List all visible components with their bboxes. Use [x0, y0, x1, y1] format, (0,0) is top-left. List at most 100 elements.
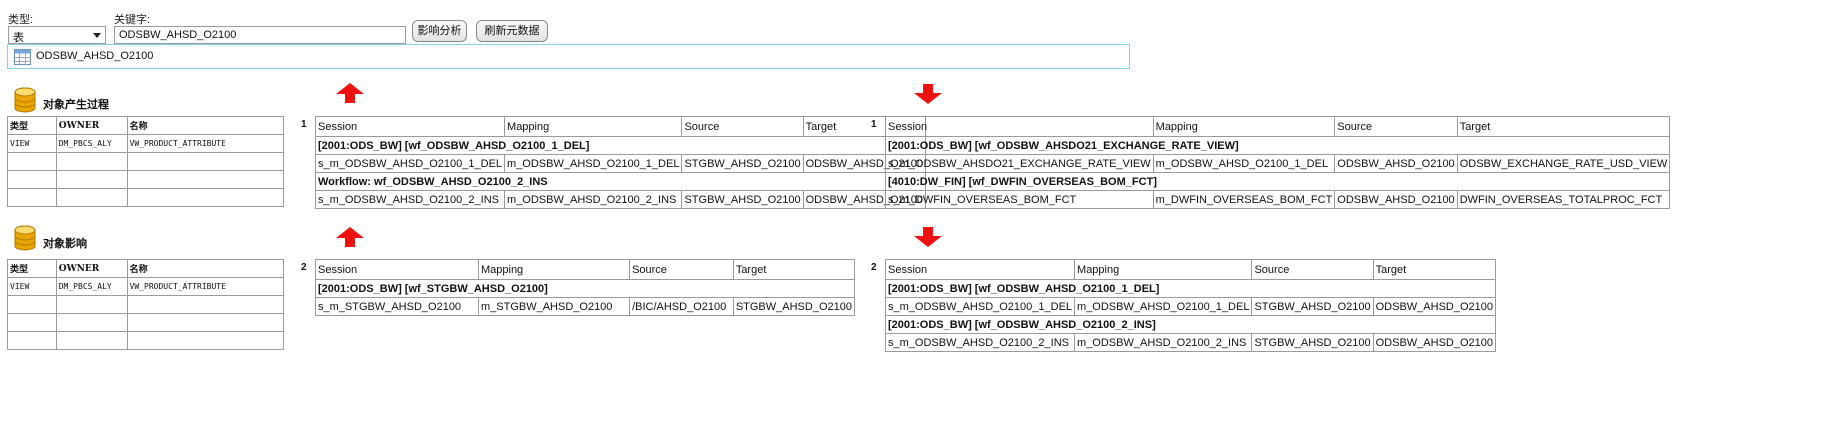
- object-bar[interactable]: ODSBW_AHSD_O2100: [7, 44, 1130, 69]
- type-select[interactable]: 表: [8, 26, 106, 44]
- empty-row: [7, 295, 285, 314]
- empty-row: [7, 170, 285, 189]
- influence-header-name: 名称: [126, 259, 285, 278]
- empty-row: [7, 331, 285, 350]
- workflow-title[interactable]: [2001:ODS_BW] [wf_ODSBW_AHSD_O2100_2_INS…: [885, 315, 1496, 334]
- cell-owner: DM_PBCS_ALY: [55, 134, 128, 153]
- arrow-up-icon: [336, 227, 364, 247]
- produce-header-owner: OWNER: [55, 116, 128, 135]
- type-label: 类型:: [8, 14, 34, 26]
- keyword-label: 关键字:: [114, 14, 151, 26]
- header-session: Session: [885, 116, 1154, 137]
- type-select-value: 表: [13, 32, 24, 44]
- cell-type: VIEW: [7, 277, 57, 296]
- cell-session: s_m_ODSBW_AHSD_O2100_2_INS: [314, 190, 506, 209]
- database-icon: [14, 225, 36, 251]
- table-row[interactable]: s_m_ODSBW_AHSD_O2100_1_DEL m_ODSBW_AHSD_…: [884, 297, 1497, 316]
- header-session: Session: [314, 116, 506, 137]
- downstream-1-number: 1: [871, 119, 877, 130]
- upstream-1-table: Session Mapping Source Target [2001:ODS_…: [314, 116, 927, 209]
- workflow-title[interactable]: Workflow: wf_ODSBW_AHSD_O2100_2_INS: [315, 172, 926, 191]
- cell-source: STGBW_AHSD_O2100: [1251, 297, 1374, 316]
- chevron-down-icon: [93, 33, 101, 38]
- table-icon: [14, 49, 31, 65]
- cell-source: ODSBW_AHSD_O2100: [1334, 154, 1458, 173]
- cell-target: ODSBW_EXCHANGE_RATE_USD_VIEW: [1456, 154, 1671, 173]
- header-target: Target: [732, 259, 856, 280]
- header-mapping: Mapping: [504, 116, 683, 137]
- impact-analysis-button[interactable]: 影响分析: [412, 20, 467, 42]
- produce-section-title: 对象产生过程: [43, 99, 109, 111]
- header-source: Source: [629, 259, 734, 280]
- cell-target: ODSBW_AHSD_O2100: [1372, 297, 1497, 316]
- cell-mapping: m_ODSBW_AHSD_O2100_2_INS: [504, 190, 683, 209]
- cell-source: STGBW_AHSD_O2100: [1251, 333, 1374, 352]
- arrow-down-icon: [914, 84, 942, 104]
- object-name: ODSBW_AHSD_O2100: [36, 50, 154, 62]
- cell-source: STGBW_AHSD_O2100: [681, 154, 804, 173]
- cell-source: STGBW_AHSD_O2100: [681, 190, 804, 209]
- empty-row: [7, 152, 285, 171]
- table-row[interactable]: s_m_ODSBW_AHSD_O2100_1_DEL m_ODSBW_AHSD_…: [314, 154, 927, 173]
- header-session: Session: [884, 259, 1076, 280]
- workflow-title[interactable]: [2001:ODS_BW] [wf_ODSBW_AHSD_O2100_1_DEL…: [885, 279, 1496, 298]
- upstream-2-number: 2: [301, 262, 307, 273]
- header-source: Source: [681, 116, 804, 137]
- cell-target: STGBW_AHSD_O2100: [732, 297, 856, 316]
- cell-session: s_m_STGBW_AHSD_O2100: [315, 297, 479, 316]
- cell-type: VIEW: [7, 134, 57, 153]
- empty-row: [7, 313, 285, 332]
- refresh-metadata-button[interactable]: 刷新元数据: [476, 20, 548, 42]
- cell-mapping: m_DWFIN_OVERSEAS_BOM_FCT: [1152, 190, 1336, 209]
- downstream-2-table: Session Mapping Source Target [2001:ODS_…: [884, 259, 1497, 352]
- influence-header-owner: OWNER: [55, 259, 128, 278]
- produce-header-name: 名称: [126, 116, 285, 135]
- cell-session: s_m_ODSBW_AHSD_O2100_2_INS: [884, 333, 1076, 352]
- table-row[interactable]: s_m_ODSBW_AHSD_O2100_2_INS m_ODSBW_AHSD_…: [314, 190, 927, 209]
- cell-name: VW_PRODUCT_ATTRIBUTE: [126, 134, 285, 153]
- cell-source: /BIC/AHSD_O2100: [629, 297, 734, 316]
- header-mapping: Mapping: [477, 259, 631, 280]
- table-row[interactable]: s_m_STGBW_AHSD_O2100 m_STGBW_AHSD_O2100 …: [315, 297, 856, 316]
- upstream-1-number: 1: [301, 119, 307, 130]
- cell-session: s_m_ODSBW_AHSD_O2100_1_DEL: [314, 154, 506, 173]
- arrow-down-icon: [914, 227, 942, 247]
- header-mapping: Mapping: [1074, 259, 1253, 280]
- table-row[interactable]: VIEW DM_PBCS_ALY VW_PRODUCT_ATTRIBUTE: [7, 277, 285, 296]
- cell-mapping: m_ODSBW_AHSD_O2100_1_DEL: [1074, 297, 1253, 316]
- header-session: Session: [315, 259, 479, 280]
- cell-mapping: m_ODSBW_AHSD_O2100_1_DEL: [1152, 154, 1336, 173]
- header-source: Source: [1334, 116, 1458, 137]
- workflow-title[interactable]: [4010:DW_FIN] [wf_DWFIN_OVERSEAS_BOM_FCT…: [884, 172, 1671, 191]
- influence-section-title: 对象影响: [43, 238, 87, 250]
- cell-source: ODSBW_AHSD_O2100: [1334, 190, 1458, 209]
- cell-mapping: m_ODSBW_AHSD_O2100_2_INS: [1074, 333, 1253, 352]
- header-target: Target: [1456, 116, 1671, 137]
- cell-target: DWFIN_OVERSEAS_TOTALPROC_FCT: [1456, 190, 1671, 209]
- influence-header-type: 类型: [7, 259, 57, 278]
- upstream-2-table: Session Mapping Source Target [2001:ODS_…: [315, 259, 856, 316]
- downstream-2-number: 2: [871, 262, 877, 273]
- empty-row: [7, 188, 285, 207]
- cell-session: s_m_ODSBW_AHSD_O2100_1_DEL: [884, 297, 1076, 316]
- cell-mapping: m_ODSBW_AHSD_O2100_1_DEL: [504, 154, 683, 173]
- influence-table: 类型 OWNER 名称 VIEW DM_PBCS_ALY VW_PRODUCT_…: [7, 259, 285, 350]
- produce-header-type: 类型: [7, 116, 57, 135]
- cell-owner: DM_PBCS_ALY: [55, 277, 128, 296]
- table-row[interactable]: s_m_ODSBW_AHSD_O2100_2_INS m_ODSBW_AHSD_…: [884, 333, 1497, 352]
- arrow-up-icon: [336, 83, 364, 103]
- cell-mapping: m_STGBW_AHSD_O2100: [477, 297, 631, 316]
- workflow-title[interactable]: [2001:ODS_BW] [wf_STGBW_AHSD_O2100]: [315, 279, 855, 298]
- workflow-title[interactable]: [2001:ODS_BW] [wf_ODSBW_AHSDO21_EXCHANGE…: [884, 136, 1671, 155]
- cell-session: s_m_DWFIN_OVERSEAS_BOM_FCT: [885, 190, 1154, 209]
- table-row[interactable]: s_m_DWFIN_OVERSEAS_BOM_FCT m_DWFIN_OVERS…: [885, 190, 1671, 209]
- workflow-title[interactable]: [2001:ODS_BW] [wf_ODSBW_AHSD_O2100_1_DEL…: [315, 136, 926, 155]
- cell-name: VW_PRODUCT_ATTRIBUTE: [126, 277, 285, 296]
- header-mapping: Mapping: [1152, 116, 1336, 137]
- downstream-1-table: Session Mapping Source Target [2001:ODS_…: [884, 116, 1671, 209]
- table-row[interactable]: s_m_ODSBW_AHSDO21_EXCHANGE_RATE_VIEW m_O…: [885, 154, 1671, 173]
- table-row[interactable]: VIEW DM_PBCS_ALY VW_PRODUCT_ATTRIBUTE: [7, 134, 285, 153]
- keyword-input[interactable]: ODSBW_AHSD_O2100: [114, 26, 406, 44]
- cell-target: ODSBW_AHSD_O2100: [1372, 333, 1497, 352]
- database-icon: [14, 87, 36, 113]
